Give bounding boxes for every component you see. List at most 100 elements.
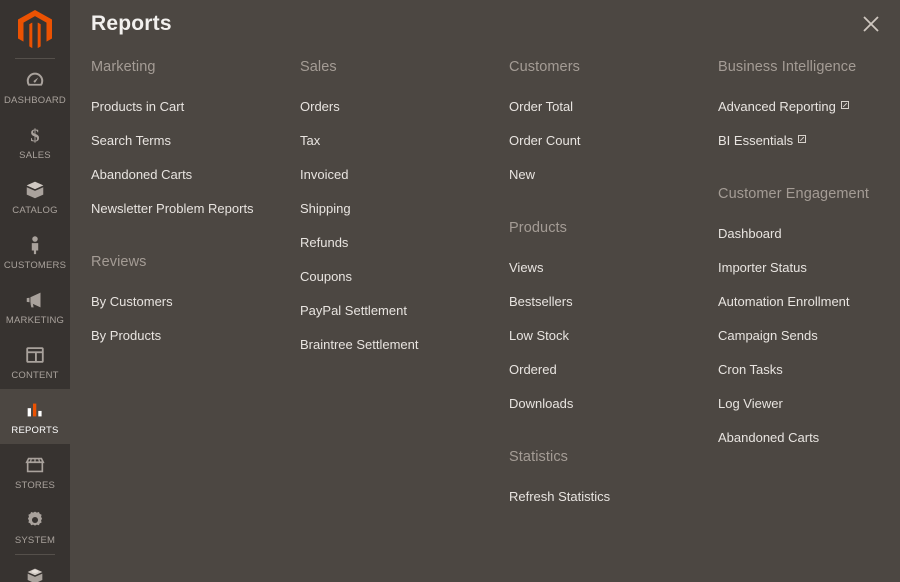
report-link[interactable]: Campaign Sends	[718, 328, 888, 362]
bar-chart-icon	[2, 398, 68, 422]
report-link-label: Shipping	[300, 201, 351, 216]
storefront-icon	[2, 453, 68, 477]
report-link[interactable]: Refresh Statistics	[509, 489, 718, 523]
reports-group: Products Views Bestsellers Low Stock Ordered…	[509, 201, 718, 430]
report-link[interactable]: Abandoned Carts	[718, 430, 888, 464]
reports-column: Business Intelligence Advanced Reporting B…	[718, 58, 888, 582]
reports-menu-overlay: DASHBOARD $ SALES CATALOG CUSTOMERS MARK…	[0, 0, 900, 582]
report-link-label: Importer Status	[718, 260, 807, 275]
page-title: Reports	[91, 12, 172, 35]
report-link-label: Products in Cart	[91, 99, 185, 114]
close-icon[interactable]	[856, 9, 886, 39]
reports-column: Customers Order Total Order Count New Produc…	[509, 58, 718, 582]
sidebar-item-reports[interactable]: REPORTS	[0, 389, 70, 444]
person-icon	[2, 233, 68, 257]
report-link[interactable]: Products in Cart	[91, 99, 300, 133]
report-link-label: Braintree Settlement	[300, 337, 419, 352]
sidebar-item-label: STORES	[14, 480, 56, 491]
report-link[interactable]: Shipping	[300, 201, 509, 235]
report-link[interactable]: Tax	[300, 133, 509, 167]
reports-column: Sales Orders Tax Invoiced Shipping Refunds Cou…	[300, 58, 509, 582]
reports-group-title: Marketing	[91, 59, 156, 75]
sidebar-item-label: CATALOG	[12, 205, 58, 216]
report-link[interactable]: Invoiced	[300, 167, 509, 201]
layout-window-icon	[2, 343, 68, 367]
report-link[interactable]: New	[509, 167, 718, 201]
report-link[interactable]: Coupons	[300, 269, 509, 303]
report-link-label: By Products	[91, 328, 162, 343]
report-link[interactable]: Log Viewer	[718, 396, 888, 430]
report-link[interactable]: BI Essentials	[718, 133, 888, 167]
report-link[interactable]: Order Total	[509, 99, 718, 133]
report-link[interactable]: Ordered	[509, 362, 718, 396]
sidebar-item-label: REPORTS	[11, 425, 59, 436]
dashboard-gauge-icon	[2, 68, 68, 92]
sidebar-item-dashboard[interactable]: DASHBOARD	[0, 59, 70, 114]
reports-group-title: Statistics	[509, 449, 569, 465]
report-link-label: Order Count	[509, 133, 581, 148]
report-link[interactable]: Low Stock	[509, 328, 718, 362]
report-link[interactable]: Braintree Settlement	[300, 337, 509, 371]
report-link[interactable]: By Products	[91, 328, 300, 362]
report-link-label: Abandoned Carts	[718, 430, 820, 445]
report-link[interactable]: By Customers	[91, 294, 300, 328]
sidebar-item-stores[interactable]: STORES	[0, 444, 70, 499]
reports-group: Customers Order Total Order Count New	[509, 58, 718, 201]
sidebar-item-catalog[interactable]: CATALOG	[0, 169, 70, 224]
sidebar-item-marketing[interactable]: MARKETING	[0, 279, 70, 334]
sidebar-item-find-partners-extensions[interactable]: FIND PARTNERS & EXTENSIONS	[0, 555, 70, 582]
report-link[interactable]: Bestsellers	[509, 294, 718, 328]
report-link-label: Cron Tasks	[718, 362, 783, 377]
sidebar-item-label: SYSTEM	[14, 535, 56, 546]
report-link[interactable]: Order Count	[509, 133, 718, 167]
report-link-label: BI Essentials	[718, 133, 794, 148]
report-link-label: Log Viewer	[718, 396, 783, 411]
report-link-label: Refresh Statistics	[509, 489, 611, 504]
gear-icon	[2, 508, 68, 532]
report-link[interactable]: Views	[509, 260, 718, 294]
report-link[interactable]: Advanced Reporting	[718, 99, 888, 133]
reports-group: Business Intelligence Advanced Reporting B…	[718, 58, 888, 167]
sidebar-item-sales[interactable]: $ SALES	[0, 114, 70, 169]
sidebar-item-label: DASHBOARD	[4, 95, 66, 106]
report-link[interactable]: Abandoned Carts	[91, 167, 300, 201]
report-link[interactable]: Automation Enrollment	[718, 294, 888, 328]
sidebar-item-label: CUSTOMERS	[3, 260, 67, 271]
report-link-label: Advanced Reporting	[718, 99, 836, 114]
magento-logo-icon[interactable]	[0, 0, 70, 58]
report-link-label: Abandoned Carts	[91, 167, 193, 182]
report-link[interactable]: Search Terms	[91, 133, 300, 167]
external-link-icon	[798, 135, 807, 143]
reports-group: Reviews By Customers By Products	[91, 235, 300, 362]
reports-group-title: Reviews	[91, 254, 147, 270]
sidebar-item-customers[interactable]: CUSTOMERS	[0, 224, 70, 279]
box-icon	[2, 178, 68, 202]
report-link-label: PayPal Settlement	[300, 303, 407, 318]
sidebar-item-content[interactable]: CONTENT	[0, 334, 70, 389]
report-link[interactable]: Cron Tasks	[718, 362, 888, 396]
reports-columns: Marketing Products in Cart Search Terms Aba…	[91, 58, 900, 582]
report-link[interactable]: Newsletter Problem Reports	[91, 201, 300, 235]
report-link[interactable]: PayPal Settlement	[300, 303, 509, 337]
report-link[interactable]: Refunds	[300, 235, 509, 269]
report-link[interactable]: Importer Status	[718, 260, 888, 294]
sidebar-item-label: CONTENT	[11, 370, 59, 381]
reports-group-title: Business Intelligence	[718, 59, 857, 75]
report-link[interactable]: Downloads	[509, 396, 718, 430]
report-link-label: Downloads	[509, 396, 574, 411]
reports-group: Marketing Products in Cart Search Terms Aba…	[91, 58, 300, 235]
report-link[interactable]: Orders	[300, 99, 509, 133]
reports-panel: Reports Marketing Products in Cart Search …	[70, 0, 900, 582]
report-link-label: Automation Enrollment	[718, 294, 850, 309]
report-link-label: Order Total	[509, 99, 574, 114]
report-link-label: Refunds	[300, 235, 349, 250]
reports-group-title: Sales	[300, 59, 337, 75]
reports-group: Statistics Refresh Statistics	[509, 430, 718, 523]
report-link-label: Ordered	[509, 362, 557, 377]
admin-sidebar: DASHBOARD $ SALES CATALOG CUSTOMERS MARK…	[0, 0, 70, 582]
report-link[interactable]: Dashboard	[718, 226, 888, 260]
sidebar-item-label: SALES	[19, 150, 51, 161]
sidebar-item-system[interactable]: SYSTEM	[0, 499, 70, 554]
reports-group: Sales Orders Tax Invoiced Shipping Refunds Cou…	[300, 58, 509, 371]
sidebar-item-label: MARKETING	[5, 315, 65, 326]
